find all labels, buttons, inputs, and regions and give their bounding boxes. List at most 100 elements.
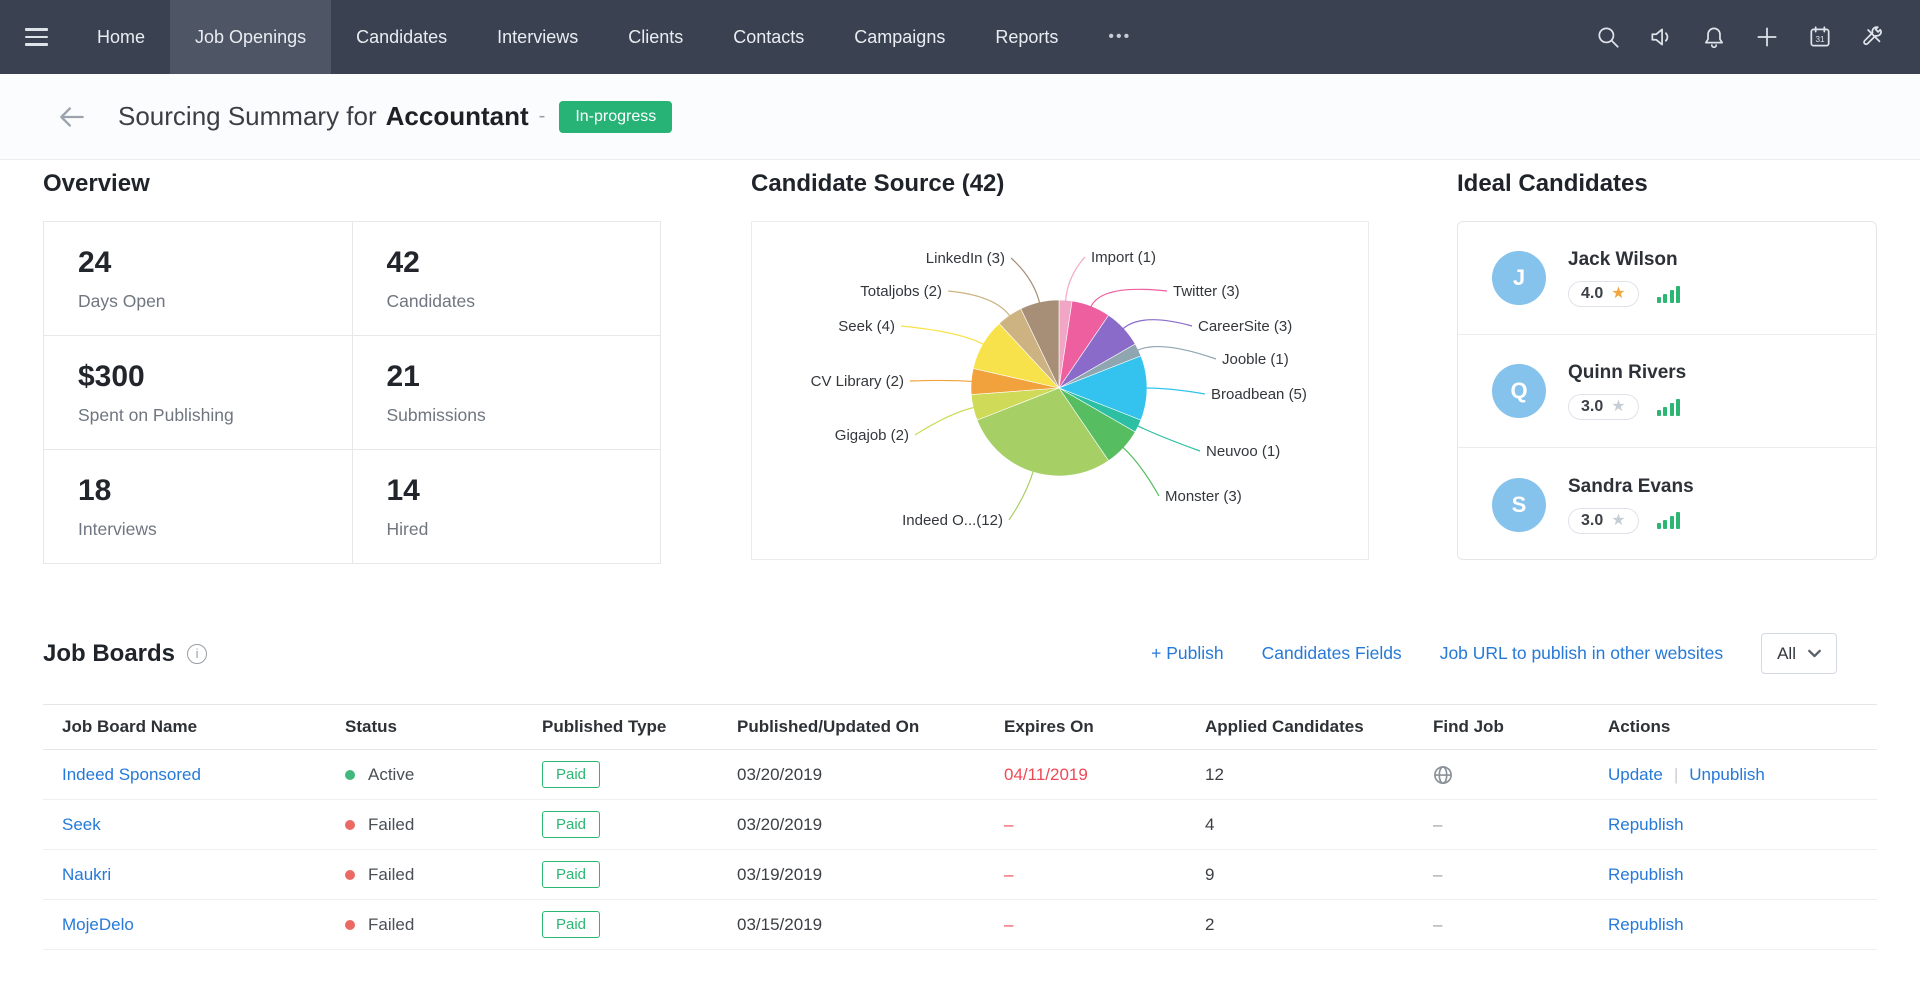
avatar: J xyxy=(1492,251,1546,305)
column-header: Published/Updated On xyxy=(737,717,1004,737)
back-arrow-icon[interactable] xyxy=(56,101,88,133)
table-row: MojeDelo Failed Paid 03/15/2019 – 2 – Re… xyxy=(43,900,1877,950)
page-title-prefix: Sourcing Summary for xyxy=(118,101,377,132)
actions-separator: | xyxy=(1674,765,1678,784)
stat-submissions: 21 Submissions xyxy=(353,336,662,450)
job-board-link[interactable]: MojeDelo xyxy=(62,915,134,934)
published-on: 03/20/2019 xyxy=(737,765,1004,785)
nav-item-reports[interactable]: Reports xyxy=(970,0,1083,74)
pie-label: Neuvoo (1) xyxy=(1206,443,1280,460)
column-header: Expires On xyxy=(1004,717,1205,737)
pie-label: Monster (3) xyxy=(1165,488,1242,505)
pie-label: Indeed O...(12) xyxy=(902,512,1003,529)
pie-leader-line xyxy=(1136,425,1200,451)
table-row: Seek Failed Paid 03/20/2019 – 4 – Republ… xyxy=(43,800,1877,850)
nav-item-more-ellipsis[interactable]: ••• xyxy=(1083,0,1156,74)
status-text: Active xyxy=(368,765,414,785)
expires-on: – xyxy=(1004,865,1205,885)
pie-label: Import (1) xyxy=(1091,249,1156,266)
pie-label: Gigajob (2) xyxy=(835,427,909,444)
svg-text:31: 31 xyxy=(1815,35,1825,44)
nav-item-interviews[interactable]: Interviews xyxy=(472,0,603,74)
candidate-source-chart-panel: Import (1)Twitter (3)CareerSite (3)Joobl… xyxy=(751,221,1369,560)
top-navigation: Home Job Openings Candidates Interviews … xyxy=(0,0,1920,74)
announcement-icon[interactable] xyxy=(1648,24,1674,50)
pie-leader-line xyxy=(901,326,985,345)
republish-action-link[interactable]: Republish xyxy=(1608,915,1684,934)
published-type-badge: Paid xyxy=(542,911,600,938)
published-on: 03/19/2019 xyxy=(737,865,1004,885)
pie-leader-line xyxy=(1011,258,1040,304)
tools-icon[interactable] xyxy=(1860,24,1886,50)
pie-leader-line xyxy=(915,407,975,435)
stat-candidates: 42 Candidates xyxy=(353,222,662,336)
nav-item-clients[interactable]: Clients xyxy=(603,0,708,74)
status-text: Failed xyxy=(368,815,414,835)
candidate-source-section: Candidate Source (42) Import (1) Twitter … xyxy=(751,170,1369,560)
pie-leader-line xyxy=(1122,446,1159,496)
job-board-link[interactable]: Naukri xyxy=(62,865,111,884)
candidate-name: Quinn Rivers xyxy=(1568,362,1686,384)
filter-dropdown[interactable]: All xyxy=(1761,633,1837,674)
pie-leader-line xyxy=(1090,289,1167,308)
add-plus-icon[interactable] xyxy=(1754,24,1780,50)
job-boards-header: Job Boards i + Publish Candidates Fields… xyxy=(43,633,1877,674)
status-dot xyxy=(345,920,355,930)
expires-on: 04/11/2019 xyxy=(1004,765,1205,785)
star-icon: ★ xyxy=(1611,399,1625,415)
candidates-fields-link[interactable]: Candidates Fields xyxy=(1262,643,1402,664)
overview-section: Overview 24 Days Open 42 Candidates $300… xyxy=(43,170,661,564)
hamburger-menu-icon[interactable] xyxy=(0,0,72,74)
candidate-list-item[interactable]: S Sandra Evans 3.0 ★ xyxy=(1458,448,1876,560)
unpublish-action-link[interactable]: Unpublish xyxy=(1689,765,1765,784)
candidate-list-item[interactable]: J Jack Wilson 4.0 ★ xyxy=(1458,222,1876,335)
avatar: S xyxy=(1492,478,1546,532)
rating-pill: 3.0 ★ xyxy=(1568,508,1639,534)
info-icon[interactable]: i xyxy=(187,644,207,664)
stat-spent-on-publishing: $300 Spent on Publishing xyxy=(44,336,353,450)
job-board-link[interactable]: Indeed Sponsored xyxy=(62,765,201,784)
pie-leader-line xyxy=(1136,347,1216,359)
job-url-link[interactable]: Job URL to publish in other websites xyxy=(1440,643,1723,664)
notifications-bell-icon[interactable] xyxy=(1701,24,1727,50)
stat-hired: 14 Hired xyxy=(353,450,662,564)
publish-button[interactable]: + Publish xyxy=(1151,643,1223,664)
nav-item-candidates[interactable]: Candidates xyxy=(331,0,472,74)
job-board-link[interactable]: Seek xyxy=(62,815,101,834)
column-header: Job Board Name xyxy=(62,717,345,737)
status-dot xyxy=(345,820,355,830)
update-action-link[interactable]: Update xyxy=(1608,765,1663,784)
search-icon[interactable] xyxy=(1595,24,1621,50)
nav-item-job-openings[interactable]: Job Openings xyxy=(170,0,331,74)
overview-title: Overview xyxy=(43,170,661,198)
pie-leader-line xyxy=(1145,388,1205,394)
republish-action-link[interactable]: Republish xyxy=(1608,865,1684,884)
candidate-list-item[interactable]: Q Quinn Rivers 3.0 ★ xyxy=(1458,335,1876,448)
candidate-source-title: Candidate Source (42) xyxy=(751,170,1369,198)
candidate-name: Sandra Evans xyxy=(1568,476,1694,498)
nav-item-campaigns[interactable]: Campaigns xyxy=(829,0,970,74)
nav-item-home[interactable]: Home xyxy=(72,0,170,74)
calendar-icon[interactable]: 31 xyxy=(1807,24,1833,50)
pie-leader-line xyxy=(1122,320,1192,330)
candidate-name: Jack Wilson xyxy=(1568,249,1680,271)
status-badge: In-progress xyxy=(559,101,672,133)
published-on: 03/15/2019 xyxy=(737,915,1004,935)
nav-items: Home Job Openings Candidates Interviews … xyxy=(72,0,1156,74)
status-dot xyxy=(345,770,355,780)
page-title: Sourcing Summary for Accountant - xyxy=(118,101,559,132)
applied-candidates: 12 xyxy=(1205,765,1433,785)
republish-action-link[interactable]: Republish xyxy=(1608,815,1684,834)
table-row: Naukri Failed Paid 03/19/2019 – 9 – Repu… xyxy=(43,850,1877,900)
nav-item-contacts[interactable]: Contacts xyxy=(708,0,829,74)
published-on: 03/20/2019 xyxy=(737,815,1004,835)
rating-pill: 3.0 ★ xyxy=(1568,394,1639,420)
job-boards-section: Job Boards i + Publish Candidates Fields… xyxy=(43,633,1877,950)
status-dot xyxy=(345,870,355,880)
globe-icon[interactable] xyxy=(1433,765,1608,785)
pie-label: Twitter (3) xyxy=(1173,283,1240,300)
star-icon: ★ xyxy=(1611,286,1625,302)
rating-pill: 4.0 ★ xyxy=(1568,281,1639,307)
expires-on: – xyxy=(1004,815,1205,835)
published-type-badge: Paid xyxy=(542,811,600,838)
